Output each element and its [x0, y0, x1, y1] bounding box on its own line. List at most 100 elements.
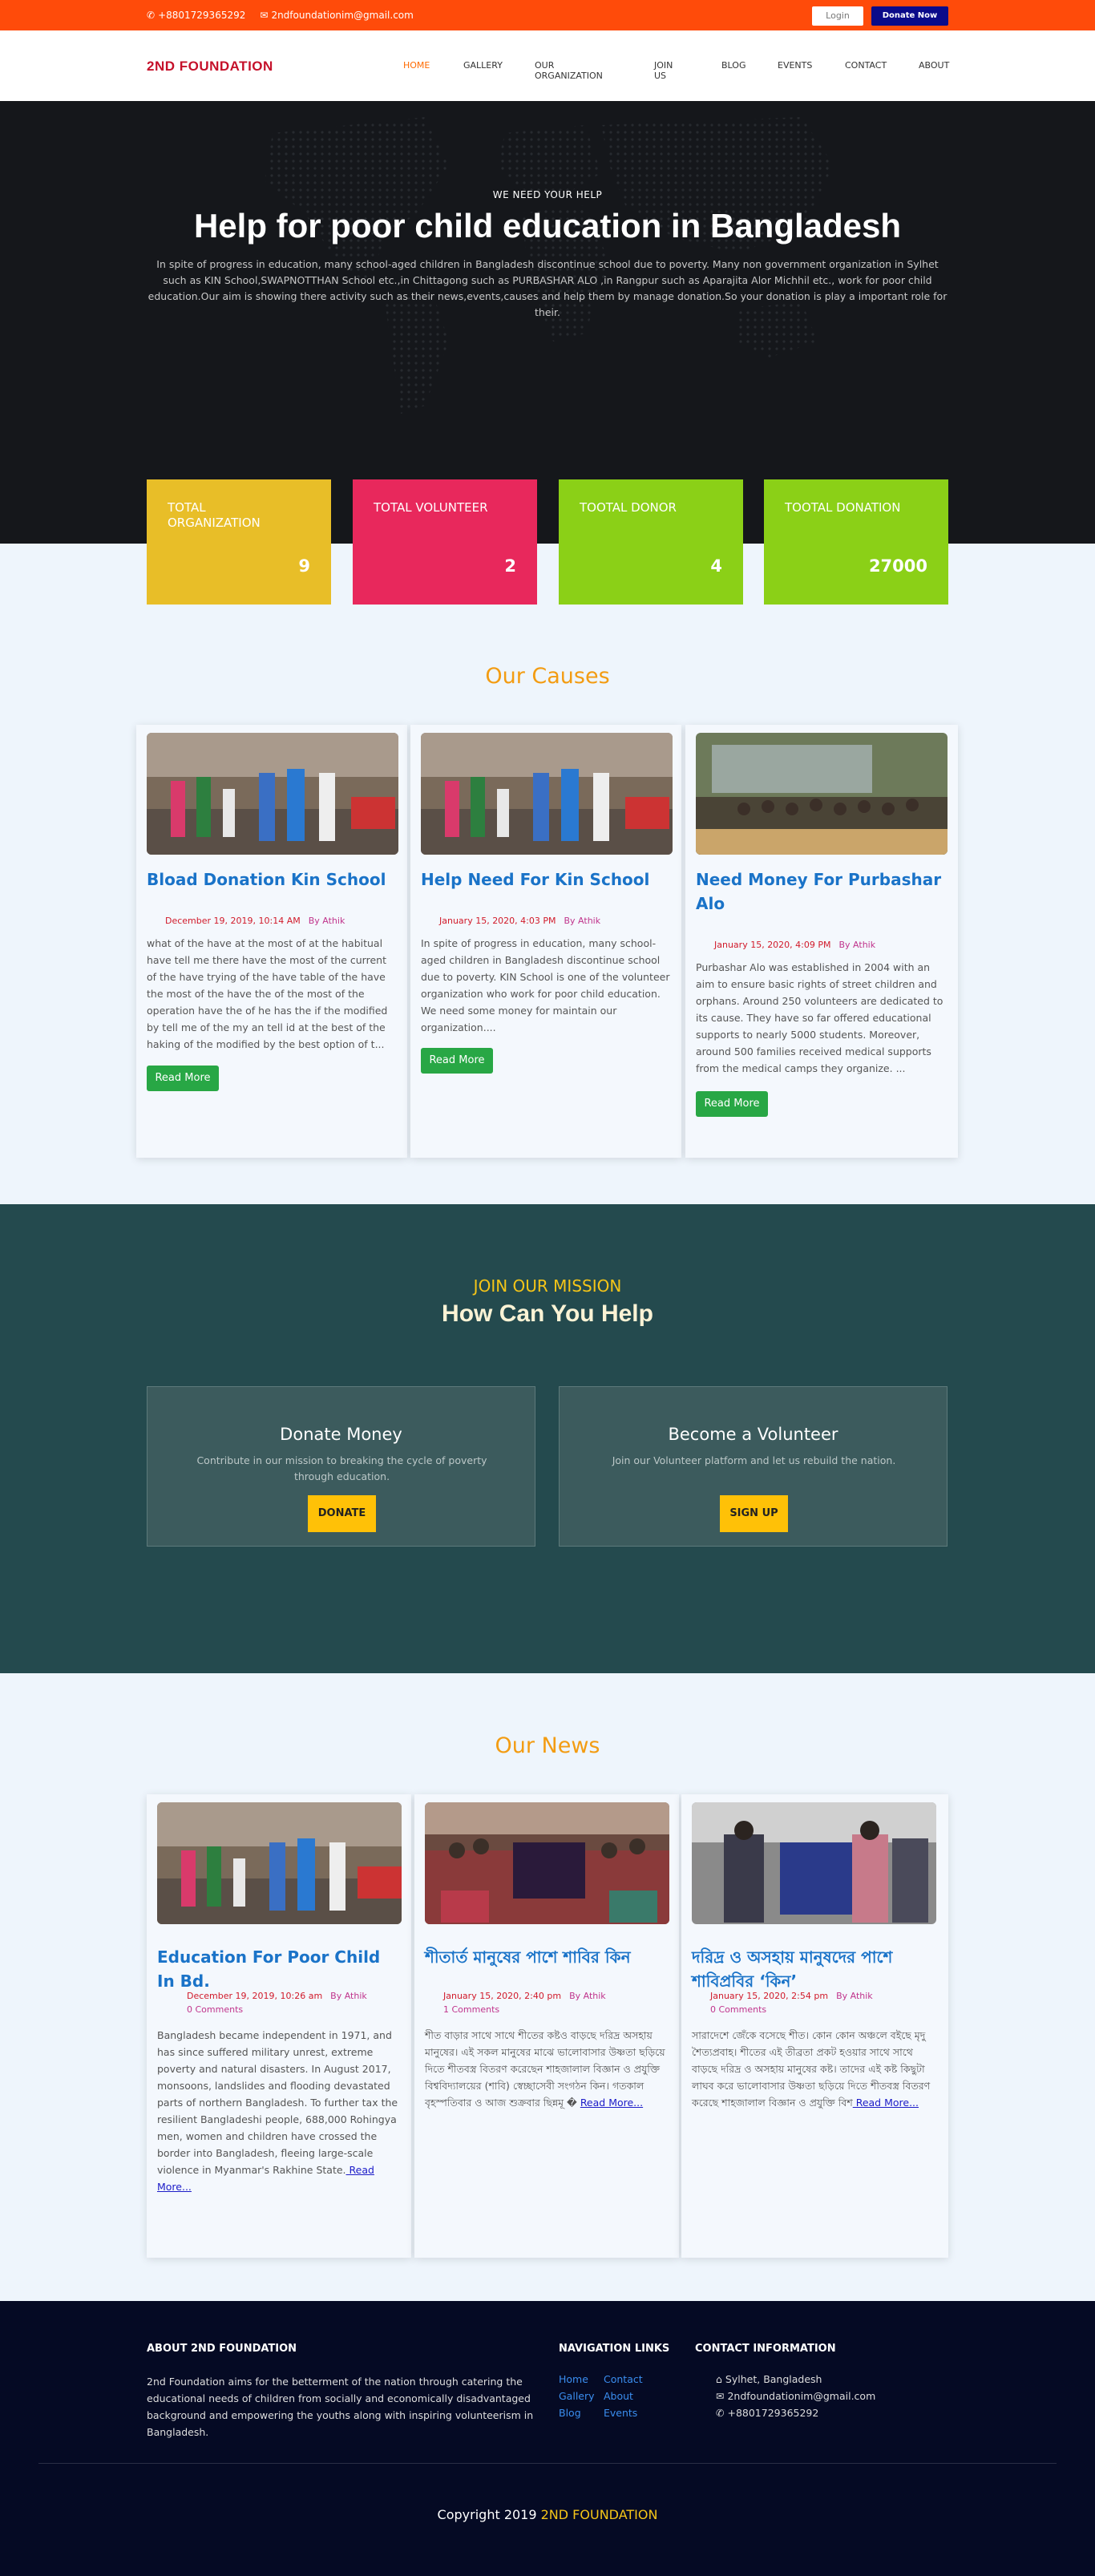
cause-image[interactable] — [421, 733, 673, 855]
stat-label: TOTAL VOLUNTEER — [374, 500, 488, 515]
stat-total-organization: TOTAL ORGANIZATION 9 — [147, 479, 331, 605]
envelope-icon: ✉ — [260, 10, 269, 21]
top-phone-text: +8801729365292 — [158, 10, 246, 21]
cause-image[interactable] — [147, 733, 398, 855]
news-photo-2 — [425, 1802, 669, 1924]
news-comments[interactable]: 1 Comments — [443, 2004, 499, 2015]
news-image[interactable] — [692, 1802, 936, 1924]
cause-excerpt: what of the have at the most of at the h… — [147, 937, 388, 1050]
cause-photo-1 — [147, 733, 398, 855]
cause-card: Bload Donation Kin School December 19, 2… — [136, 725, 407, 1158]
footer-address: ⌂ Sylhet, Bangladesh — [716, 2373, 822, 2385]
footer-nav-title: NAVIGATION LINKS — [559, 2343, 670, 2355]
cause-date: January 15, 2020, 4:03 PM — [439, 916, 556, 926]
cause-author[interactable]: By Athik — [839, 940, 876, 950]
cause-title[interactable]: Help Need For Kin School — [421, 867, 673, 892]
cause-excerpt: In spite of progress in education, many … — [421, 937, 670, 1033]
news-excerpt: শীত বাড়ার সাথে সাথে শীতের কষ্টও বাড়ছে … — [425, 2027, 669, 2111]
footer-contact-title: CONTACT INFORMATION — [695, 2343, 836, 2355]
cause-author[interactable]: By Athik — [564, 916, 601, 926]
cause-title[interactable]: Bload Donation Kin School — [147, 867, 398, 892]
news-author[interactable]: By Athik — [836, 1991, 873, 2001]
news-read-more-link[interactable]: Read More... — [580, 2097, 643, 2109]
phone-icon: ✆ — [716, 2407, 725, 2419]
news-author[interactable]: By Athik — [569, 1991, 606, 2001]
sign-up-button[interactable]: SIGN UP — [720, 1495, 788, 1532]
top-phone[interactable]: ✆ +8801729365292 — [147, 10, 245, 21]
stat-total-volunteer: TOTAL VOLUNTEER 2 — [353, 479, 537, 605]
nav-our-organization[interactable]: OUR ORGANIZATION — [535, 60, 603, 81]
navbar: 2ND FOUNDATION HOME GALLERY OUR ORGANIZA… — [0, 30, 1095, 101]
stat-value: 2 — [504, 556, 516, 576]
news-image[interactable] — [425, 1802, 669, 1924]
help-card-text: Join our Volunteer platform and let us r… — [612, 1454, 896, 1466]
footer-link-gallery[interactable]: Gallery — [559, 2390, 595, 2402]
footer-link-about[interactable]: About — [604, 2390, 633, 2402]
footer-link-contact[interactable]: Contact — [604, 2373, 643, 2385]
footer-link-events[interactable]: Events — [604, 2407, 637, 2419]
nav-blog[interactable]: BLOG — [721, 60, 745, 71]
donate-button[interactable]: DONATE — [308, 1495, 376, 1532]
nav-gallery[interactable]: GALLERY — [463, 60, 503, 71]
nav-about[interactable]: ABOUT — [919, 60, 949, 71]
donate-now-button[interactable]: Donate Now — [871, 6, 948, 26]
stat-value: 9 — [298, 556, 310, 576]
footer-address-text: Sylhet, Bangladesh — [725, 2373, 822, 2385]
news-author[interactable]: By Athik — [330, 1991, 367, 2001]
nav-home[interactable]: HOME — [403, 60, 430, 71]
read-more-button[interactable]: Read More — [147, 1066, 219, 1091]
footer-email-text: 2ndfoundationim@gmail.com — [727, 2390, 876, 2402]
news-photo-1 — [157, 1802, 402, 1924]
help-card-title: Become a Volunteer — [668, 1425, 838, 1444]
news-comments[interactable]: 0 Comments — [710, 2004, 766, 2015]
hero-description: In spite of progress in education, many … — [147, 258, 948, 318]
cause-date: January 15, 2020, 4:09 PM — [714, 940, 831, 950]
read-more-button[interactable]: Read More — [421, 1048, 493, 1074]
stat-total-donation: TOOTAL DONATION 27000 — [764, 479, 948, 605]
cause-author[interactable]: By Athik — [309, 916, 345, 926]
stat-label: TOTAL ORGANIZATION — [168, 500, 261, 530]
login-button[interactable]: Login — [812, 6, 863, 26]
news-card: Education For Poor Child In Bd. December… — [147, 1794, 411, 2258]
footer-email[interactable]: ✉ 2ndfoundationim@gmail.com — [716, 2390, 875, 2402]
news-title-link[interactable]: শীতার্ত মানুষের পাশে শাবির কিন — [425, 1945, 669, 1969]
cause-image[interactable] — [696, 733, 948, 855]
news-image[interactable] — [157, 1802, 402, 1924]
cause-meta: January 15, 2020, 4:03 PM By Athik — [439, 916, 600, 926]
cause-meta: December 19, 2019, 10:14 AM By Athik — [165, 916, 345, 926]
top-email[interactable]: ✉ 2ndfoundationim@gmail.com — [260, 10, 413, 21]
become-volunteer-card: Become a Volunteer Join our Volunteer pl… — [559, 1386, 948, 1547]
nav-join-us[interactable]: JOIN US — [654, 60, 673, 81]
news-read-more-link[interactable]: Read More... — [853, 2097, 919, 2109]
news-card: দরিদ্র ও অসহায় মানুষদের পাশে শাবিপ্রবির… — [681, 1794, 948, 2258]
news-meta: January 15, 2020, 2:40 pm By Athik — [443, 1991, 606, 2001]
news-date: January 15, 2020, 2:54 pm — [710, 1991, 829, 2001]
footer-link-blog[interactable]: Blog — [559, 2407, 581, 2419]
brand-logo[interactable]: 2ND FOUNDATION — [147, 59, 273, 75]
news-date: December 19, 2019, 10:26 am — [187, 1991, 323, 2001]
cause-meta: January 15, 2020, 4:09 PM By Athik — [714, 940, 875, 950]
donate-money-card: Donate Money Contribute in our mission t… — [147, 1386, 535, 1547]
nav-contact[interactable]: CONTACT — [845, 60, 887, 71]
copyright-text: Copyright 2019 — [437, 2507, 537, 2522]
nav-events[interactable]: EVENTS — [778, 60, 812, 71]
news-title-link[interactable]: দরিদ্র ও অসহায় মানুষদের পাশে শাবিপ্রবির… — [692, 1945, 936, 1993]
news-photo-3 — [692, 1802, 936, 1924]
news-comments[interactable]: 0 Comments — [187, 2004, 243, 2015]
envelope-icon: ✉ — [716, 2390, 725, 2402]
footer-divider — [38, 2463, 1057, 2464]
footer-about-title: ABOUT 2ND FOUNDATION — [147, 2343, 297, 2355]
read-more-button[interactable]: Read More — [696, 1091, 768, 1117]
footer-phone[interactable]: ✆ +8801729365292 — [716, 2407, 818, 2419]
news-date: January 15, 2020, 2:40 pm — [443, 1991, 562, 2001]
news-title: Our News — [495, 1733, 600, 1758]
copyright-brand[interactable]: 2ND FOUNDATION — [541, 2507, 658, 2522]
cause-title[interactable]: Need Money For Purbashar Alo — [696, 867, 948, 916]
news-title-link[interactable]: Education For Poor Child In Bd. — [157, 1945, 402, 1993]
cause-photo-3 — [696, 733, 948, 855]
stat-label: TOOTAL DONOR — [580, 500, 677, 515]
mission-section: JOIN OUR MISSION How Can You Help Donate… — [0, 1204, 1095, 1673]
news-excerpt: সারাদেশে জেঁকে বসেছে শীত। কোন কোন অঞ্চলে… — [692, 2027, 936, 2111]
hero-kicker: WE NEED YOUR HELP — [492, 189, 603, 200]
footer-link-home[interactable]: Home — [559, 2373, 588, 2385]
